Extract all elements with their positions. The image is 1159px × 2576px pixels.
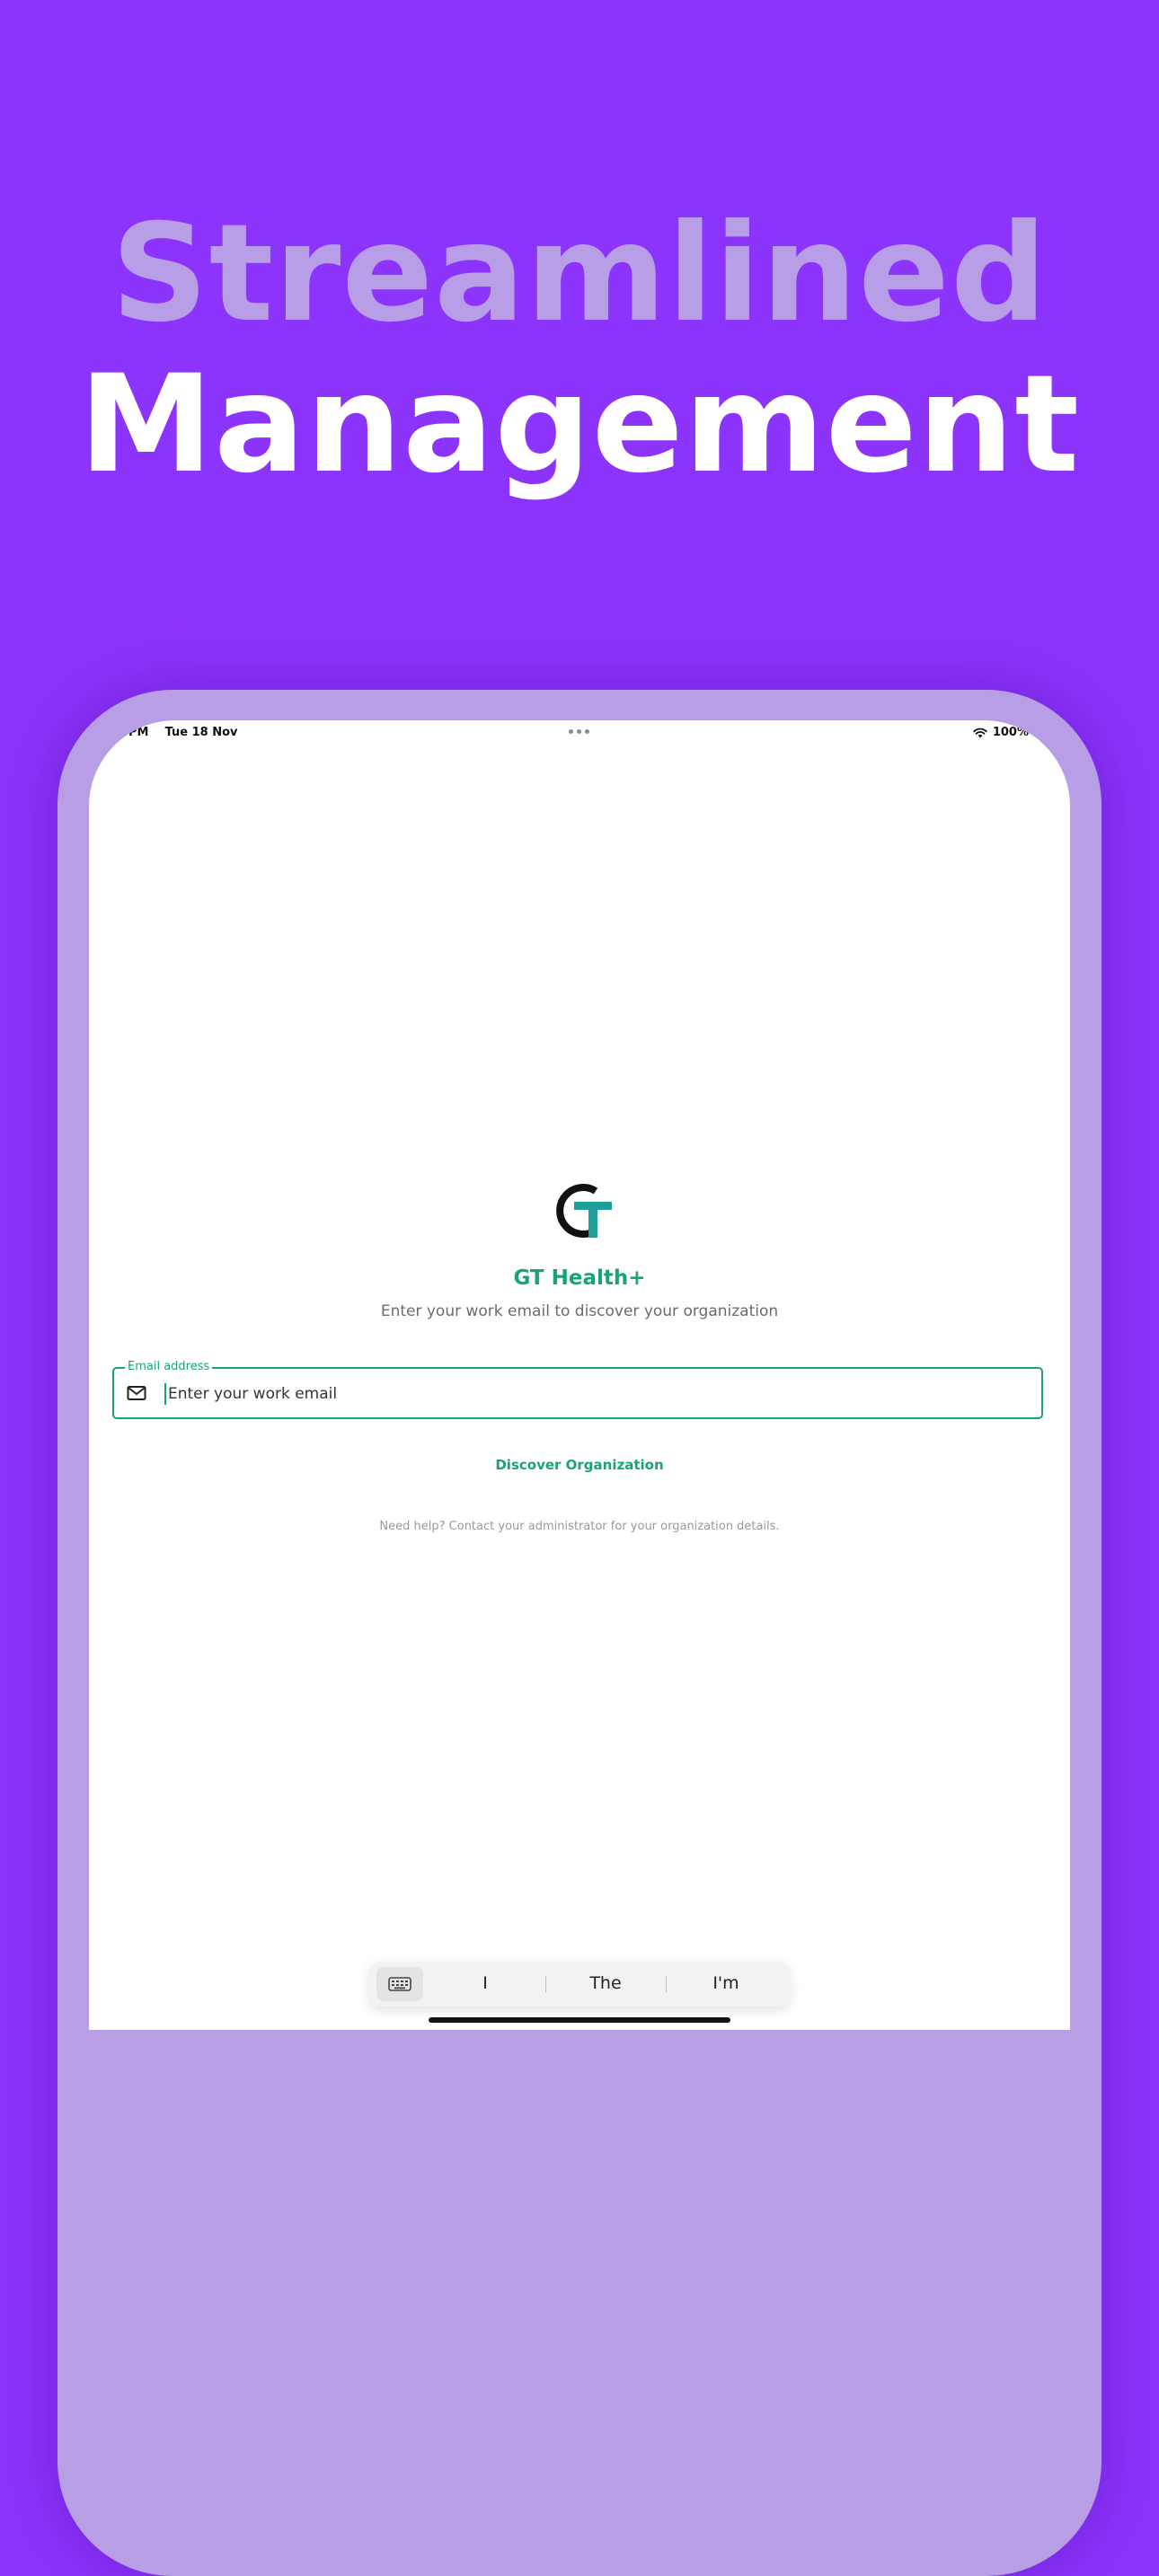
discover-organization-button[interactable]: Discover Organization [89,1457,1070,1473]
status-date: Tue 18 Nov [164,726,238,739]
status-time-text: PM [128,726,149,739]
headline-management: Management [78,347,1081,503]
email-field[interactable]: Email address [112,1360,1043,1419]
email-field-label: Email address [125,1360,213,1374]
email-input[interactable] [166,1380,1014,1408]
status-time: PM Tue 18 Nov [128,726,238,739]
keyboard-toggle-button[interactable] [376,1967,423,2001]
app-screen: PM Tue 18 Nov 100% GT Health+ Enter your… [89,720,1070,2030]
status-bar: PM Tue 18 Nov 100% [89,720,1070,745]
gt-health-logo-icon [556,1184,612,1238]
suggestion-divider [666,1976,667,1992]
app-name: GT Health+ [513,1266,646,1290]
battery-percentage: 100% [992,726,1029,739]
suggestion-the[interactable]: The [556,1973,655,1993]
suggestion-i[interactable]: I [436,1973,535,1993]
suggestion-im[interactable]: I'm [677,1973,775,1993]
mail-icon [127,1386,146,1400]
status-right: 100% [973,726,1029,739]
app-subtitle: Enter your work email to discover your o… [380,1302,779,1320]
headline-streamlined: Streamlined [111,196,1048,352]
suggestion-divider [545,1976,546,1992]
home-indicator[interactable] [429,2017,730,2023]
keyboard-icon [388,1977,411,1991]
help-text: Need help? Contact your administrator fo… [379,1520,780,1533]
keyboard-predictive-bar: I The I'm [369,1962,790,2007]
multitasking-dots-icon[interactable] [569,729,590,735]
wifi-icon [973,728,987,737]
